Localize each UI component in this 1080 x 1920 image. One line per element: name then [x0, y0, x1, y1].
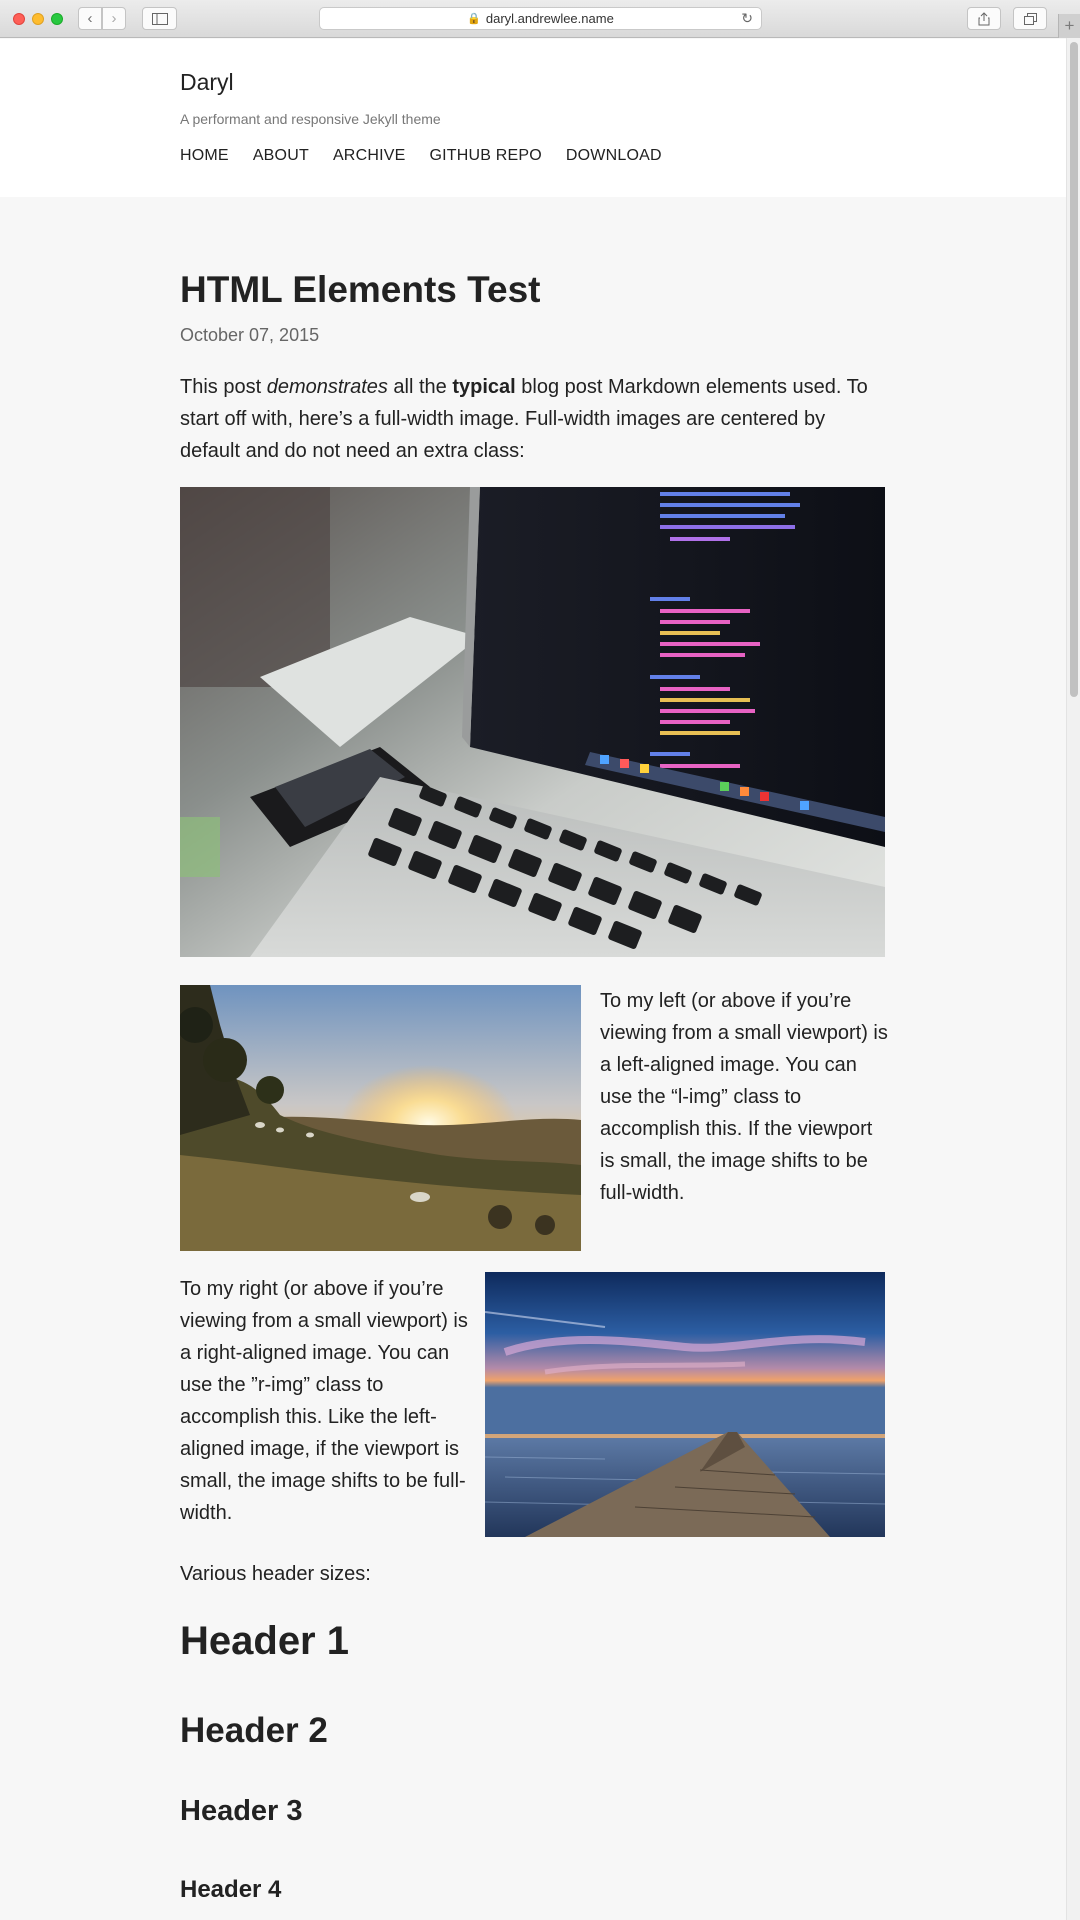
nav-download[interactable]: DOWNLOAD: [566, 147, 662, 165]
strong-text: typical: [452, 376, 516, 398]
nav-github-repo[interactable]: GITHUB REPO: [429, 147, 541, 165]
site-title[interactable]: Daryl: [180, 69, 234, 96]
zoom-window-button[interactable]: [51, 13, 63, 25]
left-image-caption: To my left (or above if you’re viewing f…: [600, 990, 888, 1204]
url-text: daryl.andrewlee.name: [485, 11, 614, 26]
new-tab-button[interactable]: +: [1058, 14, 1080, 38]
show-tabs-button[interactable]: [1013, 7, 1047, 30]
back-button[interactable]: ‹: [78, 7, 102, 30]
laptop-image: [180, 487, 885, 957]
reload-icon[interactable]: ↻: [741, 10, 753, 27]
scrollbar[interactable]: [1066, 38, 1080, 1920]
tabs-icon: [1023, 12, 1037, 25]
scrollbar-thumb[interactable]: [1070, 42, 1078, 697]
emphasis-text: demonstrates: [266, 376, 388, 398]
right-image-caption: To my right (or above if you’re viewing …: [180, 1278, 468, 1524]
share-button[interactable]: [967, 7, 1001, 30]
sidebar-icon: [151, 12, 168, 25]
nav-home[interactable]: HOME: [180, 147, 229, 165]
intro-paragraph: This post demonstrates all the typical b…: [180, 376, 868, 462]
share-icon: [978, 11, 990, 25]
close-window-button[interactable]: [13, 13, 25, 25]
nav-about[interactable]: ABOUT: [253, 147, 309, 165]
sidebar-toggle-button[interactable]: [142, 7, 177, 30]
sunset-field-image: [180, 985, 581, 1251]
chevron-right-icon: ›: [111, 10, 117, 27]
browser-toolbar: ‹ › 🔒 daryl.andrewlee.name ↻ +: [0, 0, 1080, 38]
header-2: Header 2: [180, 1711, 328, 1750]
forward-button[interactable]: ›: [102, 7, 126, 30]
nav-archive[interactable]: ARCHIVE: [333, 147, 406, 165]
header-3: Header 3: [180, 1795, 303, 1827]
lock-icon: 🔒: [467, 13, 481, 25]
header-1: Header 1: [180, 1619, 349, 1663]
pier-lake-image: [485, 1272, 885, 1537]
main-nav: HOME ABOUT ARCHIVE GITHUB REPO DOWNLOAD: [180, 147, 686, 165]
address-bar[interactable]: 🔒 daryl.andrewlee.name ↻: [319, 7, 762, 30]
chevron-left-icon: ‹: [87, 10, 93, 27]
various-headers-text: Various header sizes:: [180, 1563, 371, 1585]
site-header: Daryl A performant and responsive Jekyll…: [0, 39, 1066, 197]
minimize-window-button[interactable]: [32, 13, 44, 25]
post-date: October 07, 2015: [180, 325, 320, 345]
post-title: HTML Elements Test: [180, 269, 541, 310]
header-4: Header 4: [180, 1876, 282, 1903]
site-tagline: A performant and responsive Jekyll theme: [180, 111, 441, 127]
